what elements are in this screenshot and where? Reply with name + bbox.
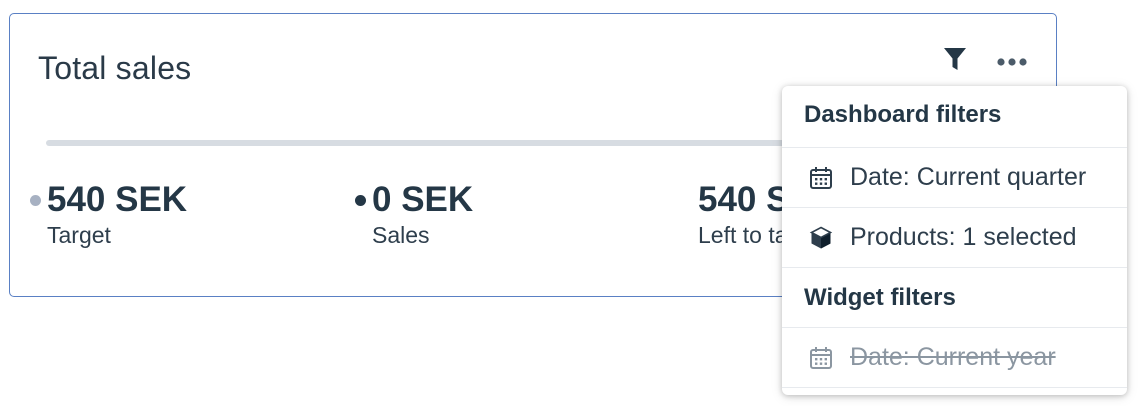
- cube-icon: [809, 226, 833, 248]
- stat-value: 540 SEK: [47, 180, 188, 219]
- filters-dropdown: Dashboard filters Date: Current quarter …: [782, 86, 1127, 395]
- filter-item-label: Products: 1 selected: [850, 223, 1077, 251]
- stat-label: Sales: [372, 222, 430, 248]
- more-options-button[interactable]: [993, 50, 1033, 74]
- widget-filters-title: Widget filters: [782, 268, 1127, 328]
- progress-track: [46, 140, 846, 146]
- target-dot: [30, 195, 41, 206]
- filter-icon: [944, 48, 966, 70]
- filter-item-label: Date: Current quarter: [850, 163, 1087, 191]
- filter-item-date-disabled[interactable]: Date: Current year: [782, 328, 1127, 388]
- stat-target: 540 SEK Target: [30, 180, 188, 249]
- stat-label: Target: [47, 222, 111, 248]
- sales-dot: [355, 195, 366, 206]
- stat-sales: 0 SEK Sales: [355, 180, 474, 249]
- dashboard-filters-title: Dashboard filters: [782, 86, 1127, 148]
- filter-item-products[interactable]: Products: 1 selected: [782, 208, 1127, 268]
- calendar-icon: [810, 166, 832, 189]
- filter-item-label: Date: Current year: [850, 343, 1056, 371]
- filter-button[interactable]: [940, 44, 970, 74]
- more-horizontal-icon: [997, 58, 1027, 66]
- calendar-icon: [810, 346, 832, 369]
- filter-item-date[interactable]: Date: Current quarter: [782, 148, 1127, 208]
- widget-title: Total sales: [38, 50, 192, 86]
- stat-value: 0 SEK: [372, 180, 474, 219]
